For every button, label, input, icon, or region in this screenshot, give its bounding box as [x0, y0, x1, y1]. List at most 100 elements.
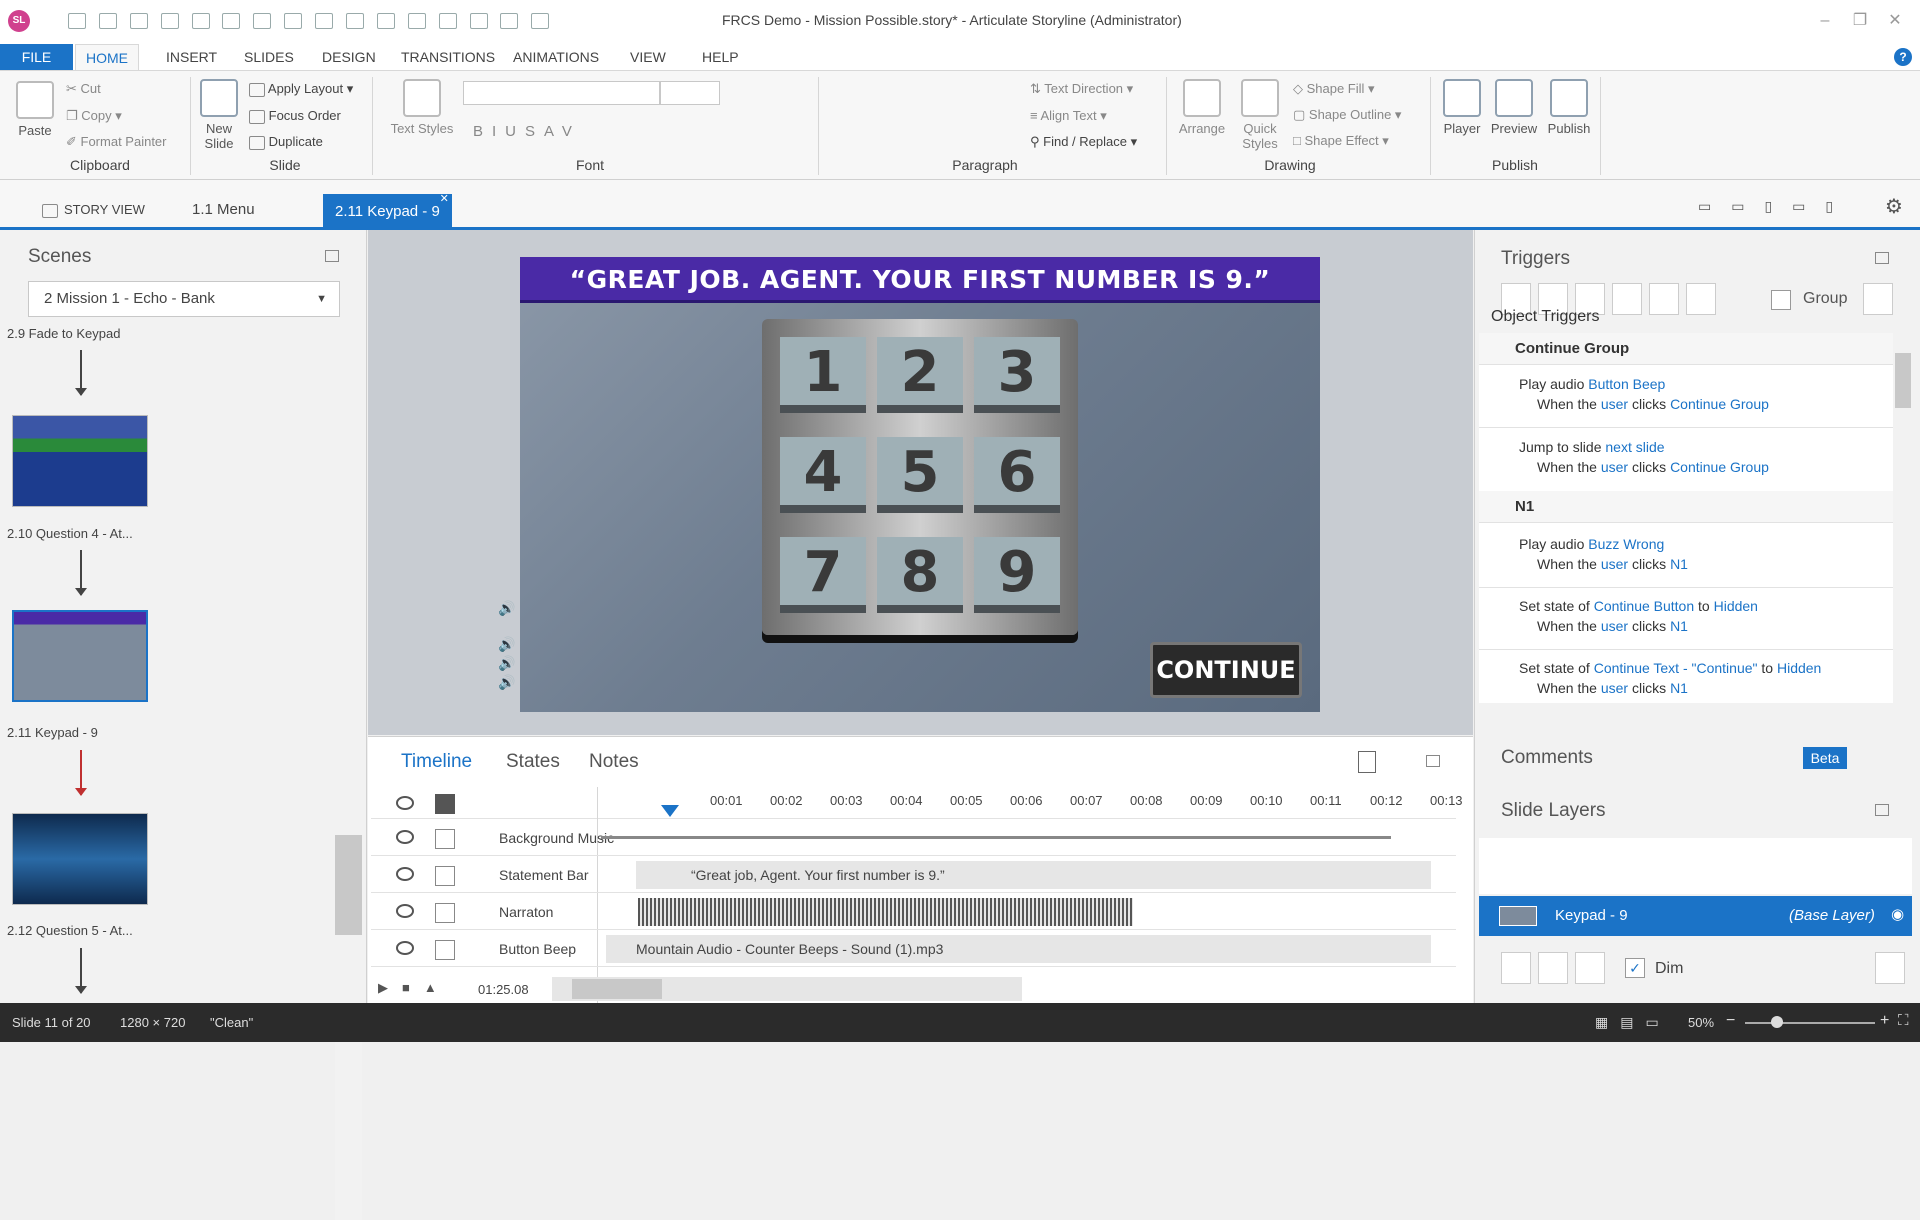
align-text-button[interactable]: ≡ Align Text ▾ — [1030, 108, 1107, 124]
device-preview-icons[interactable]: ▭▭▯▭▯ — [1698, 198, 1853, 215]
scrollbar-thumb[interactable] — [572, 979, 662, 999]
button-icon[interactable] — [284, 13, 303, 30]
save-icon[interactable] — [68, 13, 86, 30]
maximize-button[interactable]: ❐ — [1845, 8, 1875, 34]
panel-collapse-icon[interactable] — [1875, 252, 1889, 264]
slide-thumbnail[interactable] — [12, 813, 148, 905]
trigger-condition[interactable]: When the user clicks Continue Group — [1537, 459, 1769, 475]
trigger-action[interactable]: Jump to slide next slide — [1519, 439, 1665, 455]
chart-icon[interactable] — [469, 13, 488, 30]
zoom-out-icon[interactable]: − — [1726, 1012, 1735, 1030]
panel-collapse-icon[interactable] — [325, 250, 339, 262]
timeline-controls[interactable]: ▶■▲ — [378, 980, 451, 996]
text-styles-button[interactable]: Text Styles — [383, 79, 461, 136]
font-format-buttons[interactable]: BIUSAV — [473, 123, 581, 140]
distribute-icon[interactable] — [438, 13, 457, 30]
trigger-action[interactable]: Set state of Continue Text - "Continue" … — [1519, 660, 1821, 676]
zoom-in-icon[interactable]: + — [1880, 1012, 1889, 1030]
trigger-group-header[interactable]: Continue Group — [1479, 333, 1912, 365]
new-layer-button[interactable] — [1501, 952, 1531, 984]
menu-home[interactable]: HOME — [75, 44, 139, 70]
trigger-condition[interactable]: When the user clicks N1 — [1537, 680, 1688, 696]
delete-layer-button[interactable] — [1575, 952, 1605, 984]
trigger-action[interactable]: Set state of Continue Button to Hidden — [1519, 598, 1758, 614]
lock-checkbox[interactable] — [435, 940, 455, 960]
playhead[interactable] — [661, 805, 679, 817]
list-icon[interactable] — [346, 13, 365, 30]
layer-settings-button[interactable] — [1875, 952, 1905, 984]
font-size-select[interactable] — [660, 81, 720, 105]
trigger-condition[interactable]: When the user clicks Continue Group — [1537, 396, 1769, 412]
continue-button[interactable]: CONTINUE — [1150, 642, 1302, 698]
find-replace-button[interactable]: ⚲ Find / Replace ▾ — [1030, 134, 1137, 150]
timeline-row[interactable]: Button Beep Mountain Audio - Counter Bee… — [371, 931, 1456, 967]
narration-waveform[interactable] — [638, 898, 1133, 926]
zoom-slider[interactable] — [1745, 1016, 1875, 1028]
eye-icon[interactable]: ◉ — [1891, 905, 1904, 923]
menu-animations[interactable]: ANIMATIONS — [503, 44, 609, 70]
keypad[interactable]: 1 2 3 4 5 6 7 8 9 — [762, 319, 1078, 635]
close-button[interactable]: ✕ — [1880, 8, 1910, 34]
timeline-row[interactable]: Statement Bar “Great job, Agent. Your fi… — [371, 857, 1456, 893]
slide-thumbnail-selected[interactable] — [12, 610, 148, 702]
lock-checkbox[interactable] — [435, 866, 455, 886]
trigger-action[interactable]: Play audio Buzz Wrong — [1519, 536, 1664, 552]
timeline-row[interactable]: Background Music — [371, 820, 1456, 856]
key-4[interactable]: 4 — [780, 437, 866, 513]
tab-timeline[interactable]: Timeline — [401, 751, 472, 773]
screen-icon[interactable] — [531, 13, 550, 30]
key-2[interactable]: 2 — [877, 337, 963, 413]
text-icon[interactable] — [253, 13, 272, 30]
key-8[interactable]: 8 — [877, 537, 963, 613]
arrange-button[interactable]: Arrange — [1173, 79, 1231, 136]
quick-styles-button[interactable]: Quick Styles — [1235, 79, 1285, 151]
view-mode-icons[interactable]: ▦▤▭ — [1595, 1014, 1671, 1031]
button-beep-track[interactable]: Mountain Audio - Counter Beeps - Sound (… — [606, 935, 1431, 963]
focus-order-button[interactable]: Focus Order — [249, 108, 341, 124]
lock-icon[interactable] — [435, 794, 455, 814]
key-5[interactable]: 5 — [877, 437, 963, 513]
timeline-hscrollbar[interactable] — [552, 977, 1022, 1001]
timeline-options-icon[interactable] — [1358, 751, 1376, 773]
record-icon[interactable] — [222, 13, 241, 30]
gear-icon[interactable]: ⚙ — [1885, 194, 1903, 219]
key-9[interactable]: 9 — [974, 537, 1060, 613]
tab-keypad[interactable]: 2.11 Keypad - 9 ✕ — [323, 193, 452, 227]
slide-banner[interactable]: “GREAT JOB. AGENT. YOUR FIRST NUMBER IS … — [520, 257, 1320, 303]
speaker-icon[interactable]: 🔊 — [498, 655, 515, 672]
triggers-scrollbar[interactable] — [1893, 333, 1913, 703]
font-family-select[interactable] — [463, 81, 660, 105]
dim-checkbox[interactable]: ✓ — [1625, 958, 1645, 978]
eye-icon[interactable] — [396, 904, 414, 918]
paste-button[interactable]: Paste — [12, 81, 58, 138]
slide-thumbnail[interactable] — [12, 415, 148, 507]
apply-layout-button[interactable]: Apply Layout ▾ — [249, 81, 353, 97]
key-1[interactable]: 1 — [780, 337, 866, 413]
menu-slides[interactable]: SLIDES — [234, 44, 304, 70]
audio-icon[interactable] — [160, 13, 179, 30]
fit-to-window-icon[interactable]: ⛶ — [1898, 1012, 1909, 1029]
cut-button[interactable]: ✂ Cut — [66, 81, 101, 97]
shape-effect-button[interactable]: □ Shape Effect ▾ — [1293, 133, 1389, 149]
scene-select[interactable]: 2 Mission 1 - Echo - Bank ▼ — [28, 281, 340, 317]
speaker-icon[interactable]: 🔊 — [498, 636, 515, 653]
redo-icon[interactable] — [129, 13, 148, 30]
panel-collapse-icon[interactable] — [1426, 755, 1440, 767]
tab-story-view[interactable]: STORY VIEW — [30, 192, 157, 227]
lock-icon[interactable] — [376, 13, 395, 30]
panel-collapse-icon[interactable] — [1875, 804, 1889, 816]
scrollbar-thumb[interactable] — [335, 835, 362, 935]
copy-button[interactable]: ❐ Copy ▾ — [66, 108, 122, 124]
menu-file[interactable]: FILE — [0, 44, 73, 70]
trigger-list[interactable]: Continue Group Play audio Button Beep Wh… — [1479, 333, 1912, 703]
menu-transitions[interactable]: TRANSITIONS — [391, 44, 505, 70]
speaker-icon[interactable]: 🔊 — [498, 674, 515, 691]
text-direction-button[interactable]: ⇅ Text Direction ▾ — [1030, 81, 1133, 97]
close-tab-icon[interactable]: ✕ — [440, 182, 449, 217]
key-7[interactable]: 7 — [780, 537, 866, 613]
lock-checkbox[interactable] — [435, 829, 455, 849]
trigger-condition[interactable]: When the user clicks N1 — [1537, 556, 1688, 572]
new-slide-button[interactable]: New Slide — [196, 79, 242, 151]
timeline-row[interactable]: Narraton — [371, 894, 1456, 930]
base-layer-row[interactable]: Keypad - 9 (Base Layer) ◉ — [1479, 896, 1912, 936]
